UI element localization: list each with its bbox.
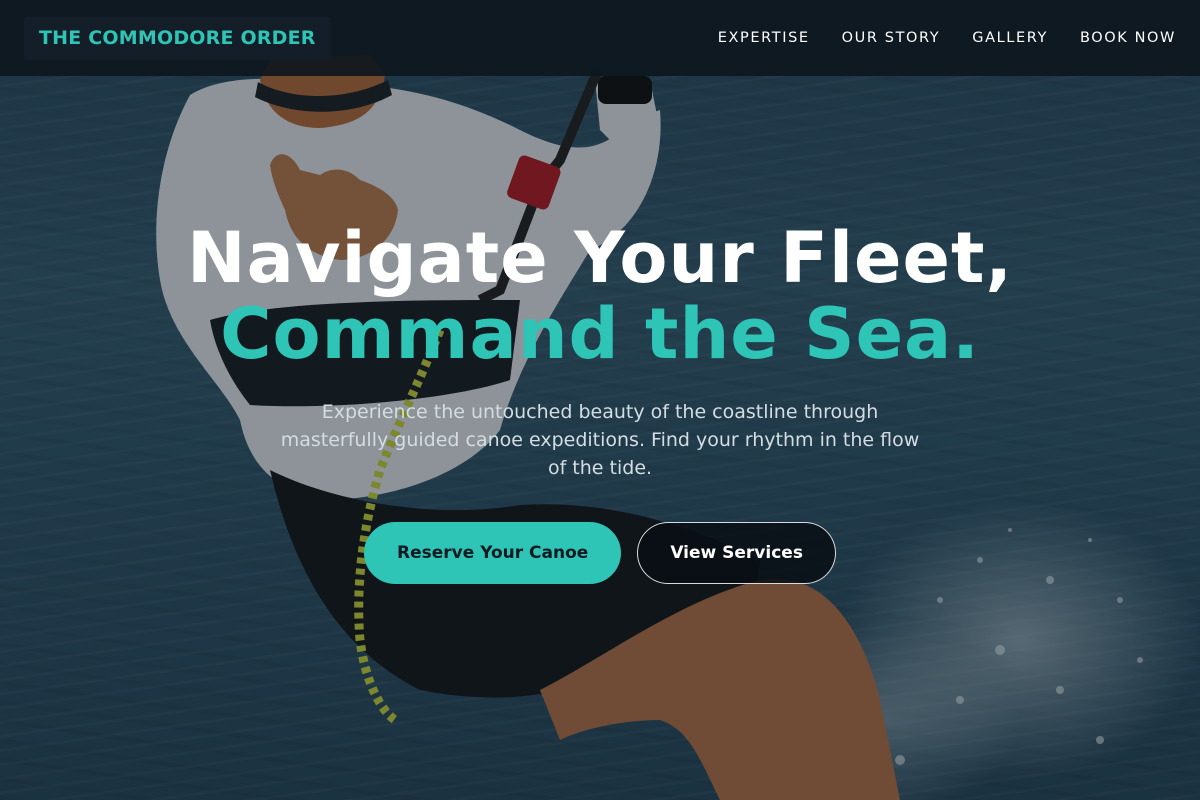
top-navbar: THE COMMODORE ORDER EXPERTISE OUR STORY … xyxy=(0,0,1200,76)
nav-link-gallery[interactable]: GALLERY xyxy=(972,30,1048,46)
view-services-button[interactable]: View Services xyxy=(637,522,836,584)
hero-content: Navigate Your Fleet, Command the Sea. Ex… xyxy=(0,220,1200,584)
nav-link-book-now[interactable]: BOOK NOW xyxy=(1080,30,1176,46)
brand-logo[interactable]: THE COMMODORE ORDER xyxy=(24,16,331,60)
hero-headline-line1: Navigate Your Fleet, xyxy=(187,217,1013,299)
hero-headline: Navigate Your Fleet, Command the Sea. xyxy=(0,220,1200,372)
nav-links: EXPERTISE OUR STORY GALLERY BOOK NOW xyxy=(718,30,1176,46)
reserve-canoe-button[interactable]: Reserve Your Canoe xyxy=(364,522,622,584)
hero-headline-line2: Command the Sea. xyxy=(220,293,980,375)
nav-link-expertise[interactable]: EXPERTISE xyxy=(718,30,810,46)
hero-section: THE COMMODORE ORDER EXPERTISE OUR STORY … xyxy=(0,0,1200,800)
cta-row: Reserve Your Canoe View Services xyxy=(0,522,1200,584)
nav-link-our-story[interactable]: OUR STORY xyxy=(842,30,941,46)
hero-subtitle: Experience the untouched beauty of the c… xyxy=(280,401,920,479)
